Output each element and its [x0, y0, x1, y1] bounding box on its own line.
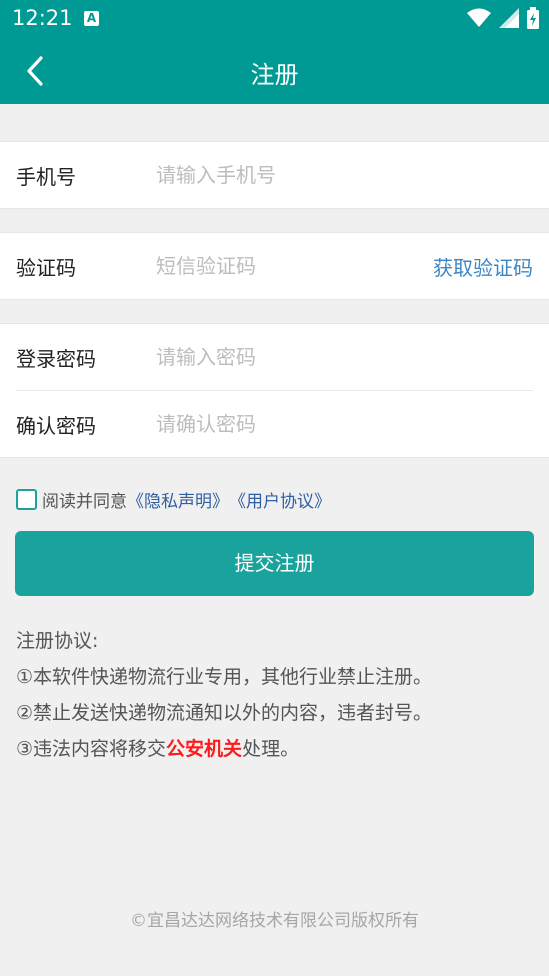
agreement-row: 阅读并同意 《隐私声明》 《用户协议》 [16, 487, 331, 512]
submit-button[interactable]: 提交注册 [15, 531, 534, 596]
confirm-password-row: 确认密码 [0, 391, 549, 457]
confirm-password-input[interactable] [156, 405, 416, 443]
confirm-password-label: 确认密码 [16, 413, 96, 438]
phone-input[interactable] [156, 156, 416, 194]
password-label: 登录密码 [16, 346, 96, 371]
password-group: 登录密码 确认密码 [0, 323, 549, 458]
status-time: 12:21 [12, 6, 73, 30]
copyright-footer: ©宜昌达达网络技术有限公司版权所有 [130, 911, 419, 931]
agreement-text: 阅读并同意 [42, 491, 127, 512]
signal-icon [499, 8, 519, 28]
notification-a-icon: A [84, 11, 99, 26]
notes-item-3: ③违法内容将移交公安机关处理。 [16, 736, 536, 772]
notes-item-1: ①本软件快递物流行业专用，其他行业禁止注册。 [16, 666, 433, 688]
privacy-policy-link[interactable]: 《隐私声明》 [127, 487, 229, 512]
code-group: 验证码 获取验证码 [0, 232, 549, 300]
notes-title: 注册协议: [16, 630, 99, 652]
phone-group: 手机号 [0, 141, 549, 209]
user-agreement-link[interactable]: 《用户协议》 [229, 487, 331, 512]
phone-label: 手机号 [16, 164, 76, 189]
notes-item-3-before: ③违法内容将移交 [16, 738, 167, 760]
notes-item-2: ②禁止发送快递物流通知以外的内容，违者封号。 [16, 702, 433, 724]
password-input[interactable] [156, 338, 416, 376]
app-bar: 注册 [0, 38, 549, 104]
wifi-icon [467, 8, 491, 27]
status-bar: 12:21 A [0, 0, 549, 38]
password-row: 登录密码 [0, 324, 549, 390]
notes-item-3-after: 处理。 [242, 738, 300, 760]
get-code-button[interactable]: 获取验证码 [433, 252, 533, 281]
registration-notes: 注册协议: ①本软件快递物流行业专用，其他行业禁止注册。 ②禁止发送快递物流通知… [16, 628, 536, 772]
phone-row: 手机号 [0, 142, 549, 208]
system-icons [467, 7, 539, 29]
code-input[interactable] [156, 247, 416, 285]
page-title: 注册 [250, 61, 299, 89]
agreement-checkbox[interactable] [16, 488, 37, 510]
battery-icon [527, 7, 539, 29]
code-row: 验证码 获取验证码 [0, 233, 549, 299]
code-label: 验证码 [16, 255, 76, 280]
notes-item-3-highlight: 公安机关 [166, 738, 243, 760]
